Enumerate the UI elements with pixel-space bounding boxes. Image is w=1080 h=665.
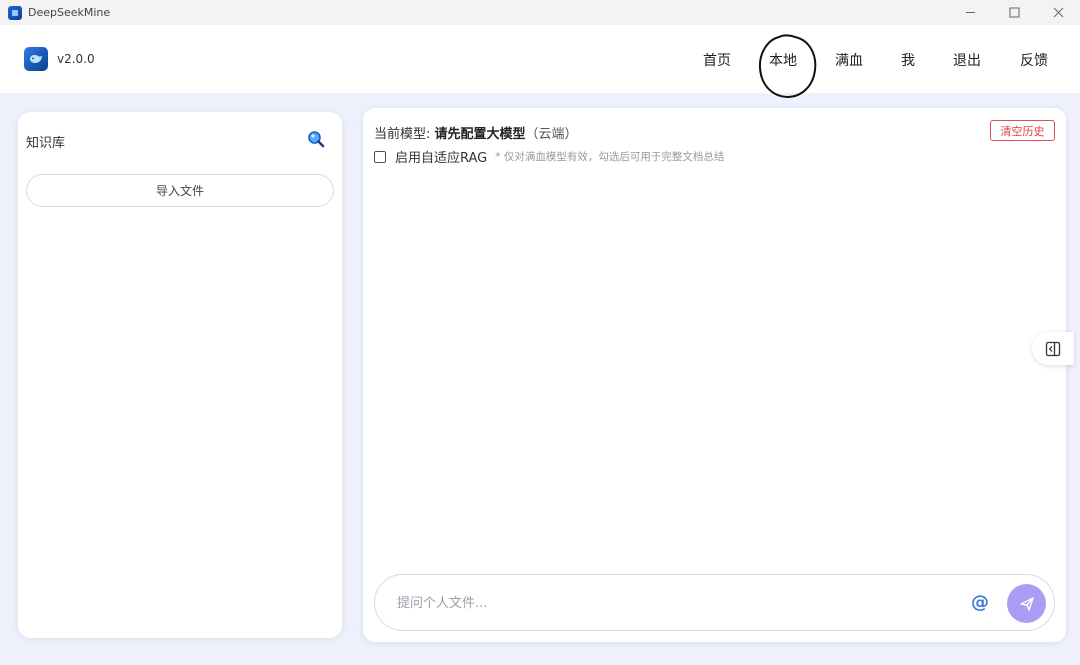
nav-full-power[interactable]: 满血 — [835, 50, 863, 70]
send-button[interactable] — [1007, 584, 1046, 623]
window-titlebar: DeepSeekMine — [0, 0, 1080, 25]
collapse-panel-button[interactable] — [1032, 332, 1074, 365]
app-icon — [8, 5, 22, 20]
clear-history-button[interactable]: 清空历史 — [990, 120, 1055, 141]
maximize-icon[interactable] — [992, 0, 1036, 25]
close-icon[interactable] — [1036, 0, 1080, 25]
rag-checkbox[interactable] — [374, 150, 386, 163]
send-icon — [1019, 596, 1034, 611]
model-name[interactable]: 请先配置大模型 — [435, 127, 526, 142]
nav-logout[interactable]: 退出 — [953, 50, 981, 70]
nav-me[interactable]: 我 — [901, 50, 915, 70]
app-header: v2.0.0 首页 本地 满血 我 退出 反馈 — [0, 25, 1080, 99]
hand-drawn-circle-annotation — [758, 34, 817, 99]
search-icon[interactable] — [307, 130, 325, 148]
model-suffix: （云端） — [525, 127, 578, 142]
main-nav: 首页 本地 满血 我 退出 反馈 — [0, 50, 1080, 70]
chat-panel: 当前模型: 请先配置大模型（云端） 清空历史 启用自适应RAG * 仅对满血模型… — [363, 108, 1066, 642]
rag-label[interactable]: 启用自适应RAG — [395, 147, 487, 166]
knowledge-base-panel: 知识库 导入文件 — [18, 112, 342, 638]
chat-composer: @ — [374, 574, 1055, 631]
rag-option: 启用自适应RAG * 仅对满血模型有效，勾选后可用于完整文档总结 — [374, 147, 724, 166]
mention-button[interactable]: @ — [969, 591, 991, 613]
knowledge-base-title: 知识库 — [26, 136, 66, 151]
nav-feedback[interactable]: 反馈 — [1020, 50, 1048, 70]
window-title: DeepSeekMine — [28, 6, 111, 19]
current-model: 当前模型: 请先配置大模型（云端） — [374, 123, 578, 142]
collapse-panel-icon — [1045, 341, 1061, 356]
window-controls — [948, 0, 1080, 25]
minimize-icon[interactable] — [948, 0, 992, 25]
nav-home[interactable]: 首页 — [703, 50, 731, 70]
import-file-button[interactable]: 导入文件 — [26, 174, 334, 207]
model-prefix: 当前模型: — [374, 127, 435, 142]
question-input[interactable] — [397, 592, 937, 614]
rag-hint: * 仅对满血模型有效，勾选后可用于完整文档总结 — [495, 151, 725, 163]
